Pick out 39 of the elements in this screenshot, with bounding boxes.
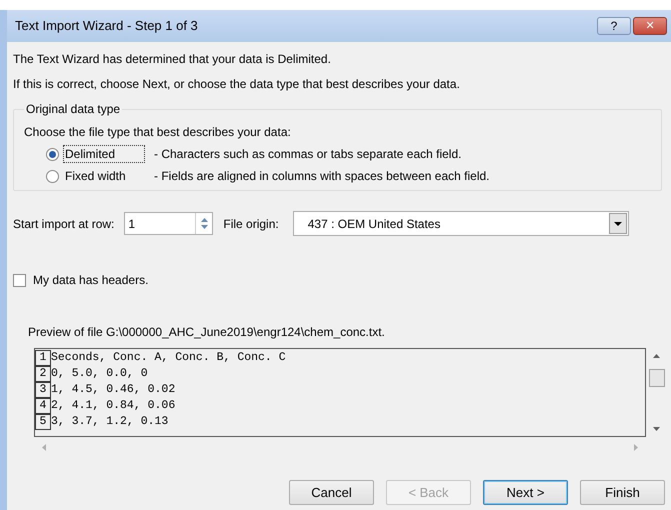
window-title: Text Import Wizard - Step 1 of 3 (15, 17, 199, 36)
dialog-button[interactable]: Cancel (289, 480, 374, 505)
help-button[interactable]: ? (597, 17, 631, 35)
intro-text: The Text Wizard has determined that your data is Delimited. (13, 51, 332, 67)
row-spinner[interactable]: 1 (124, 212, 214, 235)
radio-button[interactable] (46, 170, 59, 182)
field-label: File origin: (223, 216, 279, 232)
preview-line: 3, 3.7, 1.2, 0.13 (51, 414, 168, 430)
preview-line: 0, 5.0, 0.0, 0 (51, 366, 148, 382)
intro-text: If this is correct, choose Next, or choose the data type that best describes your data. (13, 76, 461, 92)
dropdown-value: 437 : OEM United States (306, 216, 442, 232)
radio-label[interactable]: Fixed width (64, 168, 144, 184)
spinner-value: 1 (127, 216, 136, 232)
group-title: Original data type (24, 101, 122, 117)
dialog-button[interactable]: Next > (483, 480, 568, 505)
option-description: - Fields are aligned in columns with spaces between each field. (154, 168, 490, 184)
scroll-thumb[interactable] (648, 368, 664, 386)
preview-line: 1, 4.5, 0.46, 0.02 (51, 382, 176, 398)
file-origin-dropdown[interactable]: 437 : OEM United States (292, 211, 629, 236)
prompt-text: Choose the file type that best describes your data: (24, 124, 292, 140)
row-number: 3 (35, 382, 51, 398)
field-label: Start import at row: (13, 216, 114, 232)
option-description: - Characters such as commas or tabs separate each field. (154, 146, 462, 162)
scroll-left-icon[interactable] (42, 444, 46, 450)
scroll-down-icon[interactable] (653, 427, 660, 431)
row-number: 4 (35, 398, 51, 414)
checkbox-label[interactable]: My data has headers. (33, 271, 148, 289)
scroll-right-icon[interactable] (634, 444, 638, 450)
row-number: 2 (35, 366, 51, 382)
preview-line: 2, 4.1, 0.84, 0.06 (51, 398, 176, 414)
row-number: 1 (35, 350, 51, 366)
preview-title: Preview of file G:\000000_AHC_June2019\engr124\chem_conc.txt. (28, 324, 386, 340)
checkbox[interactable] (13, 274, 26, 286)
scroll-up-icon[interactable] (653, 354, 660, 358)
radio-button[interactable] (46, 148, 59, 160)
preview-line: Seconds, Conc. A, Conc. B, Conc. C (51, 350, 286, 366)
dialog-button[interactable]: Finish (580, 480, 665, 505)
radio-label[interactable]: Delimited (64, 146, 144, 162)
row-number: 5 (35, 414, 51, 430)
